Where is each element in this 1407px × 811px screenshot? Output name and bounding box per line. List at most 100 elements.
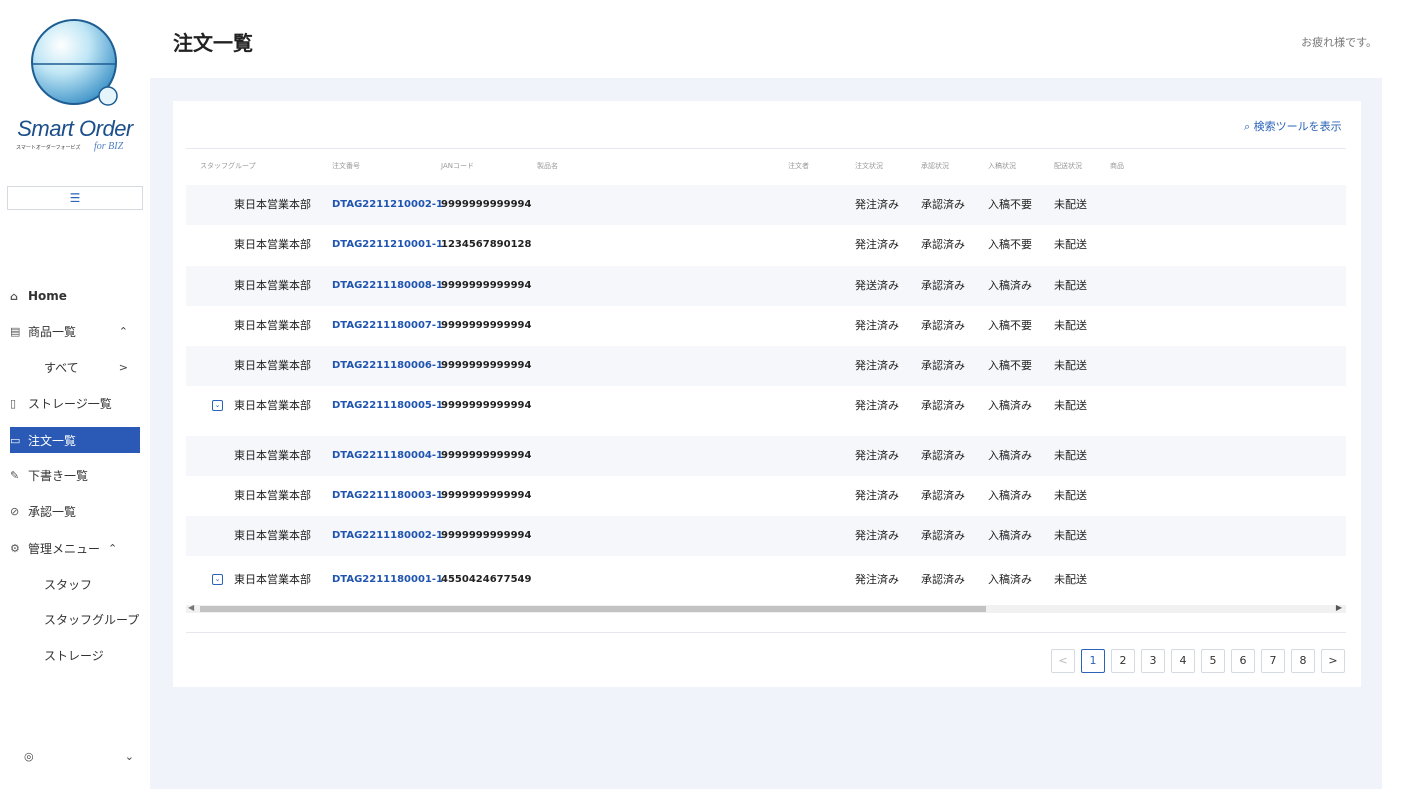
table-row[interactable]: ⌄ 東日本営業本部 DTAG2211180005-1 9999999999994 発注済… bbox=[186, 386, 1346, 426]
table-row[interactable]: 東日本営業本部 DTAG2211180006-1 9999999999994 発注済み… bbox=[186, 346, 1346, 386]
cell-order-status: 発注済み bbox=[855, 198, 899, 211]
pagination-page-7[interactable]: 7 bbox=[1261, 649, 1285, 673]
sidebar-item-label: Home bbox=[28, 289, 67, 303]
cell-delivery-status: 未配送 bbox=[1054, 198, 1087, 211]
order-number-link[interactable]: DTAG2211180001-1 bbox=[332, 560, 443, 600]
chevron-up-icon: ⌃ bbox=[118, 324, 128, 338]
sidebar-item-all-products[interactable]: すべて > bbox=[10, 354, 140, 380]
pagination-page-4[interactable]: 4 bbox=[1171, 649, 1195, 673]
pagination-page-1[interactable]: 1 bbox=[1081, 649, 1105, 673]
show-search-tools-link[interactable]: ⌕ 検索ツールを表示 bbox=[1244, 118, 1342, 134]
cell-jan-code: 9999999999994 bbox=[441, 530, 532, 541]
scroll-left-icon[interactable]: ◀ bbox=[188, 603, 194, 612]
order-number-link[interactable]: DTAG2211180008-1 bbox=[332, 266, 443, 306]
column-header-product-name[interactable]: 製品名 bbox=[537, 161, 558, 171]
sidebar-item-products[interactable]: ▤ 商品一覧 ⌃ bbox=[10, 318, 140, 344]
order-number-link[interactable]: DTAG2211180004-1 bbox=[332, 436, 443, 476]
pagination-page-5[interactable]: 5 bbox=[1201, 649, 1225, 673]
approval-icon: ⊘ bbox=[10, 504, 20, 518]
search-tools-label: 検索ツールを表示 bbox=[1253, 120, 1342, 133]
cell-submission-status: 入稿不要 bbox=[988, 319, 1032, 332]
scrollbar-thumb[interactable] bbox=[200, 606, 986, 612]
chevron-right-icon: > bbox=[118, 360, 128, 374]
column-header-staff-group[interactable]: スタッフグループ bbox=[200, 161, 256, 171]
brand-biz: for BIZ bbox=[94, 141, 124, 152]
cell-jan-code: 9999999999994 bbox=[441, 490, 532, 501]
sidebar-item-storage[interactable]: ストレージ bbox=[10, 642, 140, 668]
order-number-link[interactable]: DTAG2211180005-1 bbox=[332, 386, 443, 426]
cell-delivery-status: 未配送 bbox=[1054, 529, 1087, 542]
sidebar-item-storage-list[interactable]: ▯ ストレージ一覧 bbox=[10, 390, 140, 416]
table-row[interactable]: 東日本営業本部 DTAG2211180004-1 9999999999994 発注済み… bbox=[186, 436, 1346, 476]
column-header-product[interactable]: 商品 bbox=[1110, 161, 1124, 171]
order-number-link[interactable]: DTAG2211210002-1 bbox=[332, 185, 443, 225]
brand-logo[interactable]: Smart Order スマートオーダーフォービズ for BIZ bbox=[10, 18, 140, 158]
cell-staff-group: 東日本営業本部 bbox=[234, 359, 311, 372]
cell-order-status: 発注済み bbox=[855, 573, 899, 586]
cell-order-status: 発注済み bbox=[855, 529, 899, 542]
cell-order-status: 発注済み bbox=[855, 319, 899, 332]
expand-row-icon[interactable]: ⌄ bbox=[212, 574, 223, 585]
pagination-page-2[interactable]: 2 bbox=[1111, 649, 1135, 673]
product-icon: ▤ bbox=[10, 324, 21, 338]
column-header-order-status[interactable]: 注文状況 bbox=[855, 161, 883, 171]
order-number-link[interactable]: DTAG2211180007-1 bbox=[332, 306, 443, 346]
scroll-right-icon[interactable]: ▶ bbox=[1336, 603, 1342, 612]
order-number-link[interactable]: DTAG2211210001-1 bbox=[332, 225, 443, 265]
order-number-link[interactable]: DTAG2211180003-1 bbox=[332, 476, 443, 516]
order-number-link[interactable]: DTAG2211180002-1 bbox=[332, 516, 443, 556]
cell-jan-code: 9999999999994 bbox=[441, 199, 532, 210]
horizontal-scrollbar[interactable]: ◀ ▶ bbox=[186, 603, 1346, 613]
table-row[interactable]: 東日本営業本部 DTAG2211180007-1 9999999999994 発注済み… bbox=[186, 306, 1346, 346]
table-row[interactable]: 東日本営業本部 DTAG2211210001-1 1234567890128 発注済み… bbox=[186, 225, 1346, 265]
sidebar-item-staff-group[interactable]: スタッフグループ bbox=[10, 606, 140, 632]
column-header-delivery-status[interactable]: 配送状況 bbox=[1054, 161, 1082, 171]
menu-toggle-button[interactable]: ☰ bbox=[7, 186, 143, 210]
expand-row-icon[interactable]: ⌄ bbox=[212, 400, 223, 411]
table-row[interactable]: 東日本営業本部 DTAG2211210002-1 9999999999994 発注済み… bbox=[186, 185, 1346, 225]
cell-jan-code: 9999999999994 bbox=[441, 320, 532, 331]
cell-submission-status: 入稿済み bbox=[988, 489, 1032, 502]
sidebar-item-label: ストレージ一覧 bbox=[28, 396, 112, 411]
pagination-page-8[interactable]: 8 bbox=[1291, 649, 1315, 673]
table-row[interactable]: 東日本営業本部 DTAG2211180002-1 9999999999994 発注済み… bbox=[186, 516, 1346, 556]
column-header-submission-status[interactable]: 入稿状況 bbox=[988, 161, 1016, 171]
home-icon: ⌂ bbox=[10, 289, 18, 303]
cell-staff-group: 東日本営業本部 bbox=[234, 238, 311, 251]
cell-submission-status: 入稿不要 bbox=[988, 359, 1032, 372]
cell-staff-group: 東日本営業本部 bbox=[234, 279, 311, 292]
sidebar-item-staff[interactable]: スタッフ bbox=[10, 571, 140, 597]
brand-subtitle: スマートオーダーフォービズ bbox=[16, 145, 81, 151]
cell-order-status: 発送済み bbox=[855, 279, 899, 292]
pagination-page-6[interactable]: 6 bbox=[1231, 649, 1255, 673]
storage-icon: ▯ bbox=[10, 396, 17, 410]
sidebar-item-drafts[interactable]: ✎ 下書き一覧 bbox=[10, 462, 140, 488]
admin-icon: ⚙ bbox=[10, 541, 20, 555]
column-header-order-number[interactable]: 注文番号 bbox=[332, 161, 360, 171]
column-header-approval-status[interactable]: 承認状況 bbox=[921, 161, 949, 171]
cell-approval-status: 承認済み bbox=[921, 573, 965, 586]
table-row[interactable]: 東日本営業本部 DTAG2211180008-1 9999999999994 発送済み… bbox=[186, 266, 1346, 306]
cell-delivery-status: 未配送 bbox=[1054, 319, 1087, 332]
user-menu[interactable]: ◎ ⌄ bbox=[24, 750, 134, 763]
cell-approval-status: 承認済み bbox=[921, 238, 965, 251]
sidebar-item-label: スタッフ bbox=[44, 577, 93, 592]
pagination-page-3[interactable]: 3 bbox=[1141, 649, 1165, 673]
pagination-prev-button[interactable]: < bbox=[1051, 649, 1075, 673]
order-number-link[interactable]: DTAG2211180006-1 bbox=[332, 346, 443, 386]
cell-approval-status: 承認済み bbox=[921, 359, 965, 372]
pagination-next-button[interactable]: > bbox=[1321, 649, 1345, 673]
sidebar-item-approvals[interactable]: ⊘ 承認一覧 bbox=[10, 498, 140, 524]
sidebar-item-admin-menu[interactable]: ⚙ 管理メニュー ⌃ bbox=[10, 535, 140, 561]
column-header-jan-code[interactable]: JANコード bbox=[441, 161, 474, 171]
cell-approval-status: 承認済み bbox=[921, 489, 965, 502]
sidebar-item-orders[interactable]: ▭ 注文一覧 bbox=[10, 427, 140, 453]
cell-jan-code: 1234567890128 bbox=[441, 239, 532, 250]
sidebar-item-label: 承認一覧 bbox=[28, 504, 77, 519]
column-header-orderer[interactable]: 注文者 bbox=[788, 161, 809, 171]
cell-order-status: 発注済み bbox=[855, 399, 899, 412]
sidebar-item-home[interactable]: ⌂ Home bbox=[10, 283, 140, 309]
table-row[interactable]: ⌄ 東日本営業本部 DTAG2211180001-1 4550424677549 発注済… bbox=[186, 560, 1346, 600]
table-row[interactable]: 東日本営業本部 DTAG2211180003-1 9999999999994 発注済み… bbox=[186, 476, 1346, 516]
logo-globe-icon bbox=[31, 19, 118, 106]
